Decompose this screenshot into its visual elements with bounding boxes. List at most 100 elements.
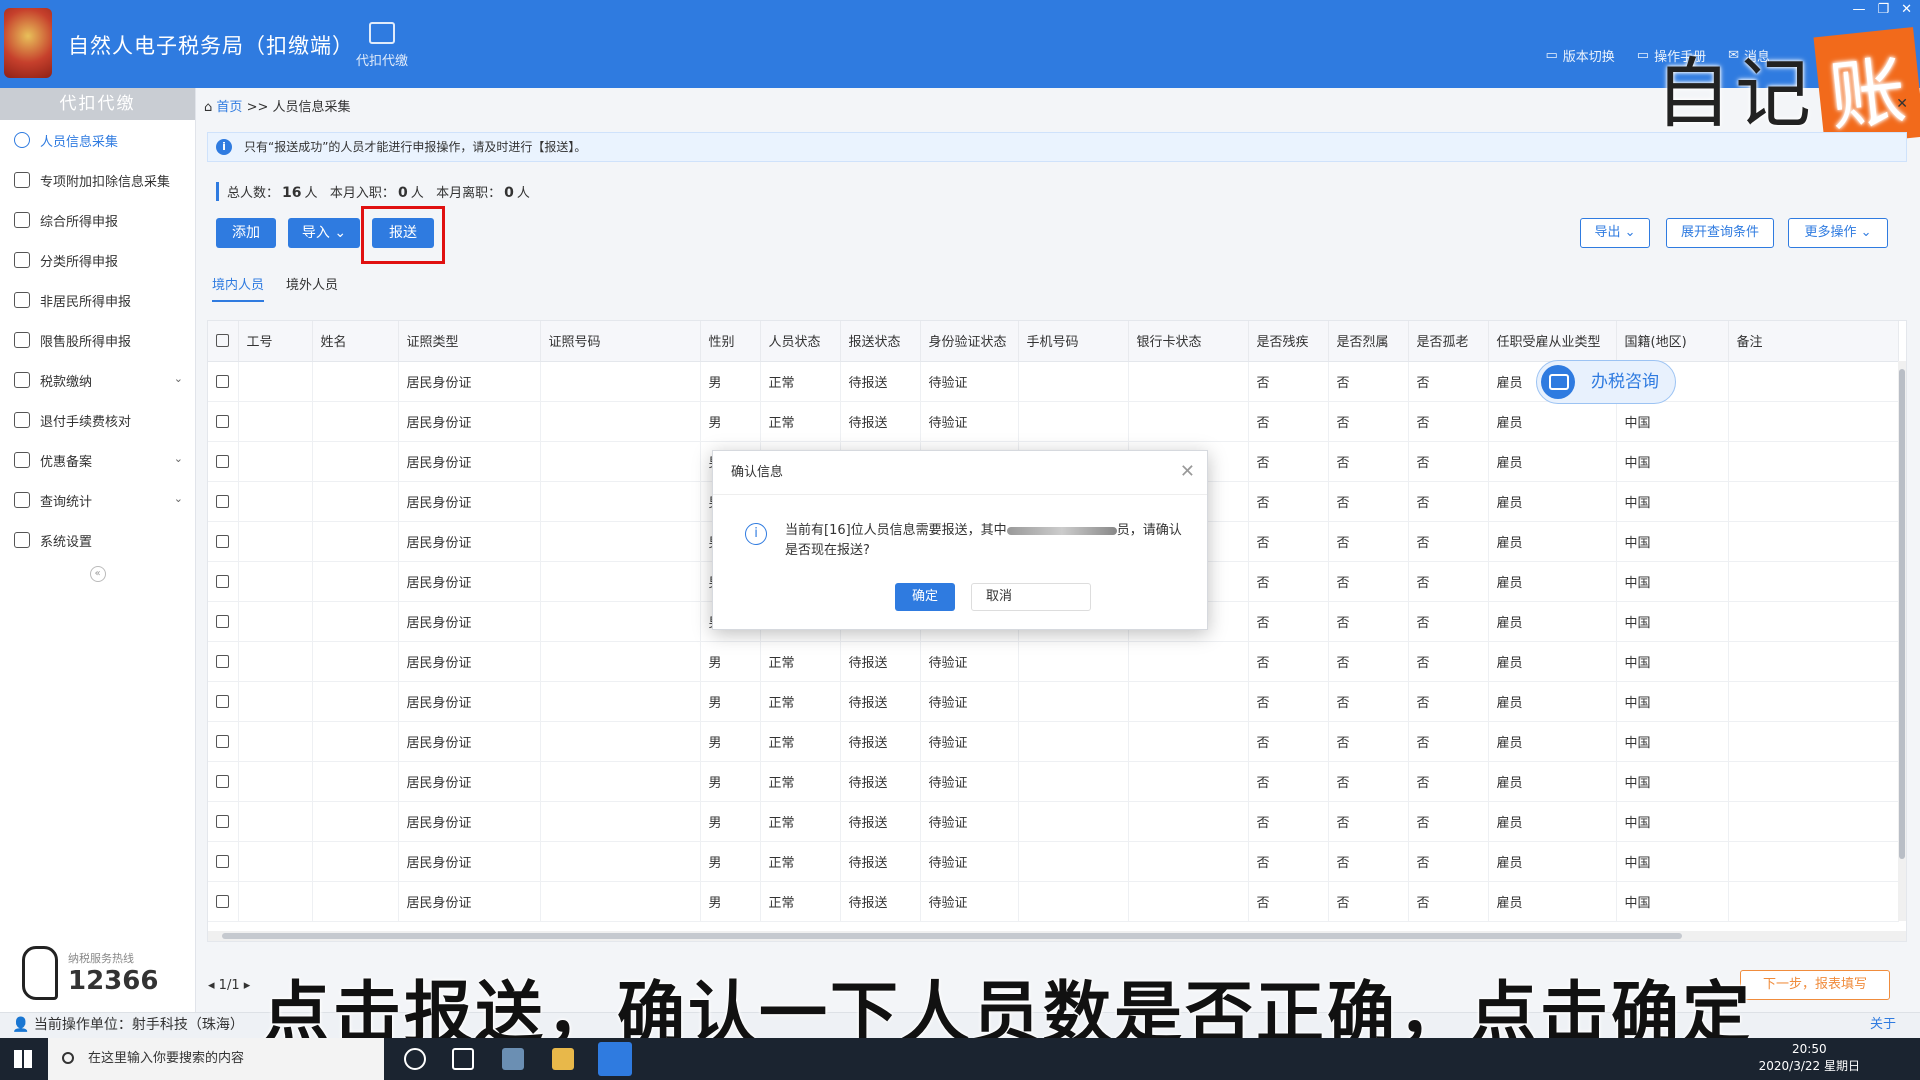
confirm-cancel-button[interactable]: 取消 <box>971 583 1091 611</box>
table-cell: 否 <box>1248 481 1329 522</box>
sidebar-item-8[interactable]: 优惠备案 ⌄ <box>0 440 195 480</box>
row-checkbox[interactable] <box>208 521 239 562</box>
export-button[interactable]: 导出 ⌄ <box>1580 218 1650 248</box>
clock: 20:50 2020/3/22 星期日 <box>1758 1042 1860 1073</box>
table-cell: 居民身份证 <box>398 841 541 882</box>
sidebar-item-5[interactable]: 限售股所得申报 <box>0 320 195 360</box>
add-button[interactable]: 添加 <box>216 218 276 248</box>
about-link[interactable]: 关于 <box>1870 1013 1896 1037</box>
sidebar-item-10[interactable]: 系统设置 <box>0 520 195 560</box>
table-cell <box>540 361 701 402</box>
minimize-icon[interactable]: — <box>1852 2 1865 17</box>
column-header: 报送状态 <box>840 321 921 362</box>
row-checkbox[interactable] <box>208 881 239 922</box>
table-cell <box>238 761 313 802</box>
tab-domestic[interactable]: 境内人员 <box>212 274 265 302</box>
confirm-ok-button[interactable]: 确定 <box>895 583 955 611</box>
taskbar-search[interactable]: 在这里输入你要搜索的内容 <box>48 1038 384 1080</box>
table-row[interactable]: 居民身份证男正常待报送待验证否否否雇员中国 <box>208 401 1899 442</box>
row-checkbox[interactable] <box>208 681 239 722</box>
person-icon <box>14 292 30 308</box>
row-checkbox[interactable] <box>208 761 239 802</box>
app-icon[interactable] <box>502 1048 524 1070</box>
table-cell <box>1728 401 1899 442</box>
column-header: 手机号码 <box>1018 321 1129 362</box>
close-panel-icon[interactable]: ✕ <box>1896 96 1908 112</box>
horizontal-scrollbar[interactable] <box>208 931 1906 941</box>
row-checkbox[interactable] <box>208 721 239 762</box>
row-checkbox[interactable] <box>208 641 239 682</box>
row-checkbox[interactable] <box>208 601 239 642</box>
table-row[interactable]: 居民身份证男正常待报送待验证否否否雇员中国 <box>208 801 1899 842</box>
table-row[interactable]: 居民身份证男正常待报送待验证否否否雇员中国 <box>208 681 1899 722</box>
table-cell <box>312 441 399 482</box>
manual-icon: ▭ <box>1636 48 1650 63</box>
table-cell: 待验证 <box>920 841 1019 882</box>
chevron-down-icon: ⌄ <box>173 452 183 465</box>
sidebar-item-0[interactable]: 人员信息采集 <box>0 120 195 160</box>
sidebar-item-label: 人员信息采集 <box>40 134 119 150</box>
sidebar-item-3[interactable]: 分类所得申报 <box>0 240 195 280</box>
more-actions-button[interactable]: 更多操作 ⌄ <box>1788 218 1888 248</box>
vertical-scrollbar[interactable] <box>1898 361 1906 921</box>
folder-icon[interactable] <box>552 1048 574 1070</box>
dialog-close-icon[interactable]: ✕ <box>1180 461 1195 482</box>
import-button[interactable]: 导入 ⌄ <box>288 218 360 248</box>
cortana-icon[interactable] <box>404 1048 426 1070</box>
table-cell <box>540 841 701 882</box>
table-cell: 居民身份证 <box>398 601 541 642</box>
sidebar-item-9[interactable]: 查询统计 ⌄ <box>0 480 195 520</box>
table-row[interactable]: 居民身份证男正常待报送待验证否否否雇员中国 <box>208 721 1899 762</box>
table-row[interactable]: 居民身份证男正常待报送待验证否否否雇员中国 <box>208 881 1899 922</box>
row-checkbox[interactable] <box>208 441 239 482</box>
sidebar-item-2[interactable]: 综合所得申报 <box>0 200 195 240</box>
table-cell: 待报送 <box>840 401 921 442</box>
table-cell <box>312 521 399 562</box>
collapse-sidebar-icon[interactable]: « <box>89 566 106 582</box>
chat-icon <box>1541 365 1575 399</box>
restore-icon[interactable]: ❐ <box>1877 2 1889 17</box>
table-cell: 待报送 <box>840 761 921 802</box>
document-icon <box>14 412 30 428</box>
select-all-checkbox[interactable] <box>208 321 239 362</box>
table-cell: 否 <box>1408 441 1489 482</box>
table-cell <box>1728 681 1899 722</box>
table-cell: 中国 <box>1616 521 1729 562</box>
table-cell <box>1018 801 1129 842</box>
sidebar-item-6[interactable]: 税款缴纳 ⌄ <box>0 360 195 400</box>
row-checkbox[interactable] <box>208 361 239 402</box>
table-cell <box>540 601 701 642</box>
tax-consult-button[interactable]: 办税咨询 <box>1536 360 1676 404</box>
breadcrumb-home[interactable]: 首页 <box>216 100 242 115</box>
close-icon[interactable]: ✕ <box>1901 2 1912 17</box>
windows-start-icon[interactable] <box>14 1050 32 1068</box>
table-cell <box>540 441 701 482</box>
table-cell: 否 <box>1328 481 1409 522</box>
sidebar-item-4[interactable]: 非居民所得申报 <box>0 280 195 320</box>
row-checkbox[interactable] <box>208 481 239 522</box>
row-checkbox[interactable] <box>208 401 239 442</box>
table-cell: 否 <box>1408 681 1489 722</box>
tab-foreign[interactable]: 境外人员 <box>286 274 338 302</box>
table-cell: 中国 <box>1616 681 1729 722</box>
table-row[interactable]: 居民身份证男正常待报送待验证否否否雇员中国 <box>208 841 1899 882</box>
layers-icon <box>14 212 30 228</box>
sidebar-item-7[interactable]: 退付手续费核对 <box>0 400 195 440</box>
next-step-button[interactable]: 下一步，报表填写 <box>1740 970 1890 1000</box>
row-checkbox[interactable] <box>208 841 239 882</box>
expand-query-button[interactable]: 展开查询条件 <box>1666 218 1774 248</box>
task-view-icon[interactable] <box>452 1048 474 1070</box>
row-checkbox[interactable] <box>208 801 239 842</box>
table-cell: 否 <box>1328 561 1409 602</box>
table-cell <box>312 361 399 402</box>
row-checkbox[interactable] <box>208 561 239 602</box>
sidebar-header: 代扣代缴 <box>0 88 195 120</box>
table-row[interactable]: 居民身份证男正常待报送待验证否否否雇员中国 <box>208 641 1899 682</box>
table-cell <box>540 801 701 842</box>
nav-withholding[interactable]: 代扣代缴 <box>350 22 414 69</box>
tax-app-taskbar-icon[interactable] <box>598 1042 632 1076</box>
version-switch-link[interactable]: ▭ 版本切换 <box>1545 46 1614 65</box>
home-icon: ⌂ <box>204 100 213 115</box>
sidebar-item-1[interactable]: 专项附加扣除信息采集 <box>0 160 195 200</box>
table-row[interactable]: 居民身份证男正常待报送待验证否否否雇员中国 <box>208 761 1899 802</box>
